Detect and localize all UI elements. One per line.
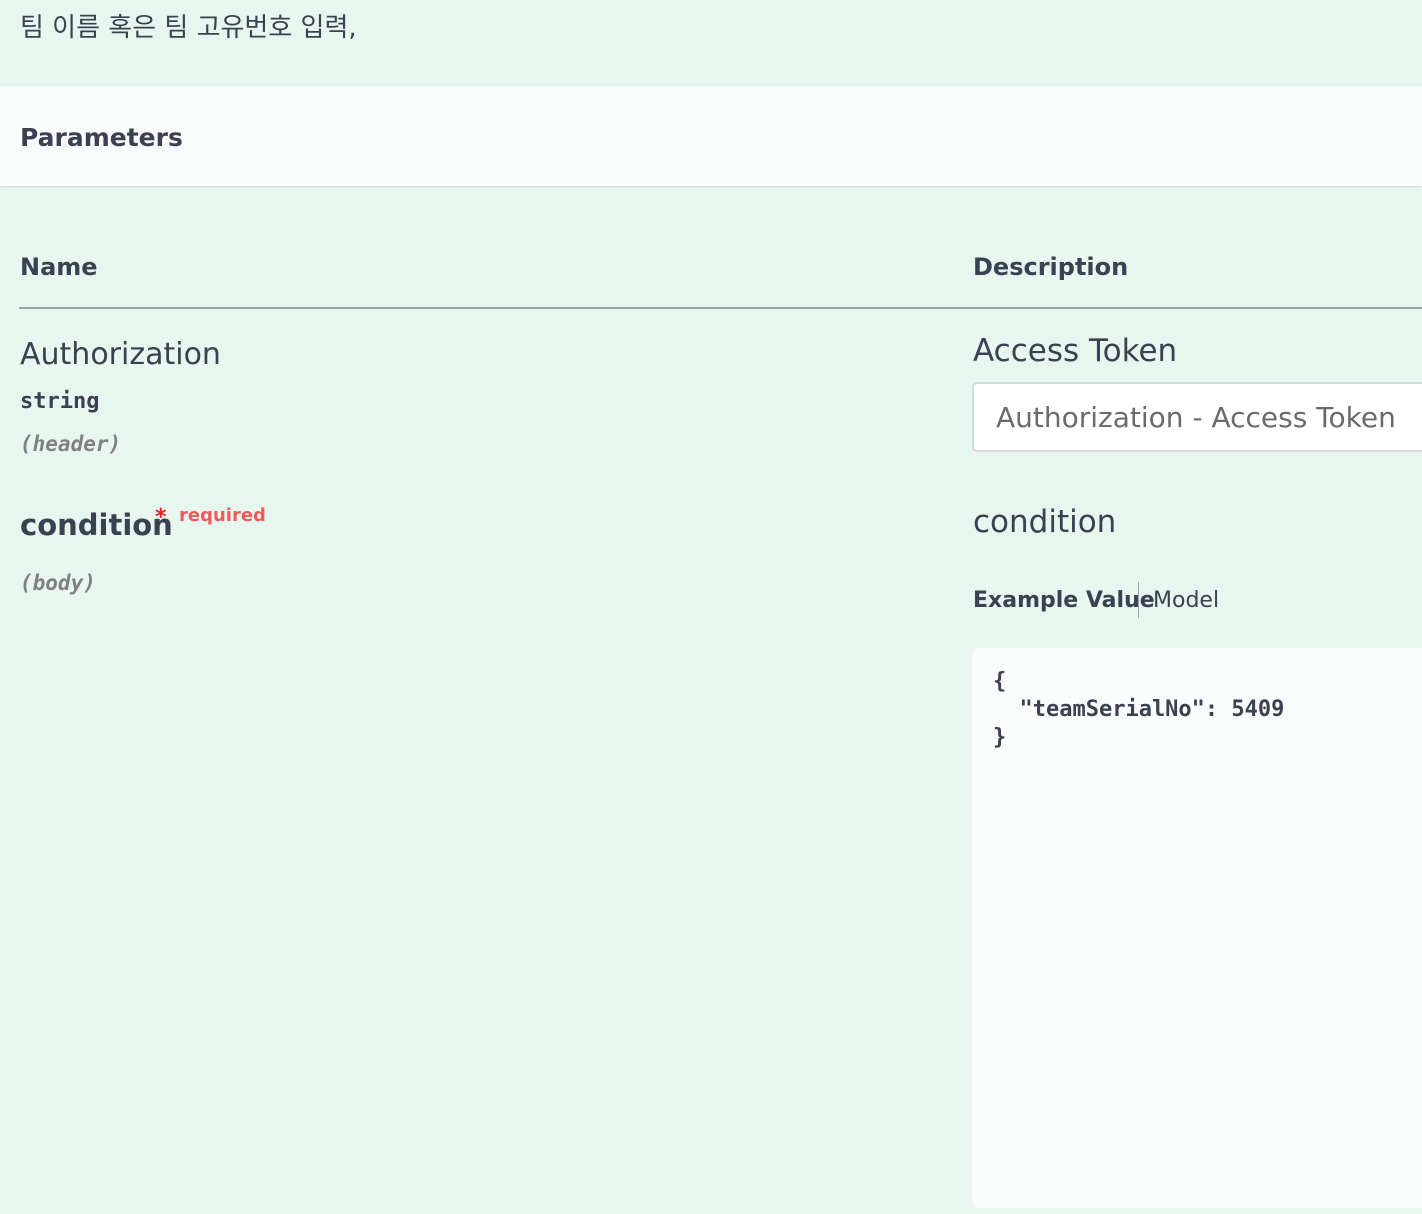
- example-value-json: { "teamSerialNo": 5409 }: [993, 669, 1285, 750]
- parameter-description: condition: [973, 504, 1117, 540]
- authorization-input[interactable]: [972, 382, 1422, 452]
- required-star: *: [155, 505, 167, 530]
- required-label: required: [179, 505, 266, 526]
- operation-description: 팀 이름 혹은 팀 고유번호 입력,: [20, 13, 357, 43]
- column-header-description: Description: [973, 253, 1129, 281]
- tab-divider: [1138, 582, 1139, 618]
- parameter-type: string: [20, 389, 100, 414]
- tab-model[interactable]: Model: [1153, 584, 1219, 618]
- parameters-title: Parameters: [20, 123, 183, 152]
- example-value-box[interactable]: { "teamSerialNo": 5409 }: [972, 648, 1422, 1208]
- parameter-description: Access Token: [973, 333, 1178, 369]
- parameter-name: Authorization: [20, 337, 221, 372]
- tab-example-value[interactable]: Example Value: [973, 584, 1155, 618]
- column-header-name: Name: [20, 253, 98, 281]
- operation-summary: 팀 이름 혹은 팀 고유번호 입력,: [0, 0, 1422, 86]
- parameter-location: (header): [20, 432, 122, 456]
- parameter-location: (body): [20, 571, 96, 595]
- table-header-divider: [19, 307, 1422, 309]
- parameter-name: condition: [20, 508, 173, 542]
- parameters-section-header: Parameters: [0, 86, 1422, 186]
